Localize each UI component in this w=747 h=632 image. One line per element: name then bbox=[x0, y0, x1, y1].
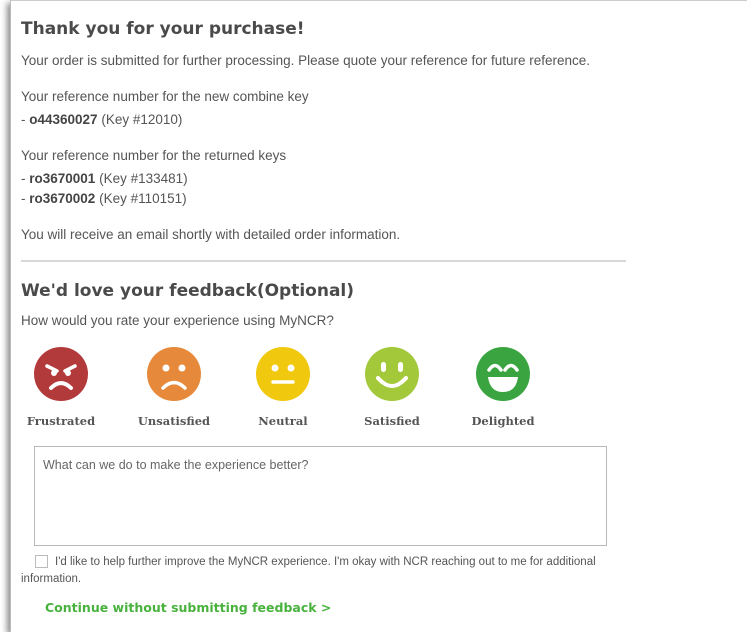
frustrated-face-icon bbox=[34, 347, 88, 401]
rating-label: Frustrated bbox=[26, 414, 96, 428]
rating-label: Neutral bbox=[258, 414, 308, 428]
feedback-comment-input[interactable] bbox=[34, 446, 607, 546]
email-note: You will receive an email shortly with d… bbox=[21, 227, 401, 242]
key-number: (Key #110151) bbox=[99, 191, 187, 206]
returned-key-reference: - ro3670001 (Key #133481) bbox=[21, 171, 188, 186]
rating-unsatisfied[interactable]: Unsatisfied bbox=[124, 344, 224, 428]
rating-frustrated[interactable]: Frustrated bbox=[11, 344, 111, 428]
returned-keys-heading: Your reference number for the returned k… bbox=[21, 148, 287, 163]
rating-satisfied[interactable]: Satisfied bbox=[342, 344, 442, 428]
rating-neutral[interactable]: Neutral bbox=[233, 344, 333, 428]
continue-without-feedback-link[interactable]: Continue without submitting feedback > bbox=[45, 600, 331, 615]
delighted-face-icon bbox=[476, 347, 530, 401]
rating-options: Frustrated Unsatisfied Neutral Satisfied… bbox=[21, 344, 581, 429]
page-title: Thank you for your purchase! bbox=[21, 19, 305, 39]
rating-label: Satisfied bbox=[364, 414, 420, 428]
feedback-title: We'd love your feedback(Optional) bbox=[21, 281, 355, 301]
order-submitted-message: Your order is submitted for further proc… bbox=[21, 53, 591, 68]
rating-delighted[interactable]: Delighted bbox=[453, 344, 553, 428]
contact-consent-checkbox[interactable] bbox=[35, 555, 48, 568]
neutral-face-icon bbox=[256, 347, 310, 401]
key-number: (Key #12010) bbox=[101, 112, 183, 127]
rating-label: Delighted bbox=[471, 414, 535, 428]
contact-consent-label: I'd like to help further improve the MyN… bbox=[21, 556, 596, 585]
reference-number: o44360027 bbox=[29, 112, 98, 127]
combine-key-heading: Your reference number for the new combin… bbox=[21, 89, 309, 104]
feedback-question: How would you rate your experience using… bbox=[21, 313, 334, 328]
unsatisfied-face-icon bbox=[147, 347, 201, 401]
rating-label: Unsatisfied bbox=[137, 414, 211, 428]
key-number: (Key #133481) bbox=[99, 171, 188, 186]
returned-key-reference: - ro3670002 (Key #110151) bbox=[21, 191, 187, 206]
reference-number: ro3670002 bbox=[29, 191, 96, 206]
confirmation-panel: Thank you for your purchase! Your order … bbox=[10, 0, 747, 632]
combine-key-reference: - o44360027 (Key #12010) bbox=[21, 112, 183, 127]
satisfied-face-icon bbox=[365, 347, 419, 401]
section-divider bbox=[21, 260, 626, 262]
reference-number: ro3670001 bbox=[29, 171, 96, 186]
